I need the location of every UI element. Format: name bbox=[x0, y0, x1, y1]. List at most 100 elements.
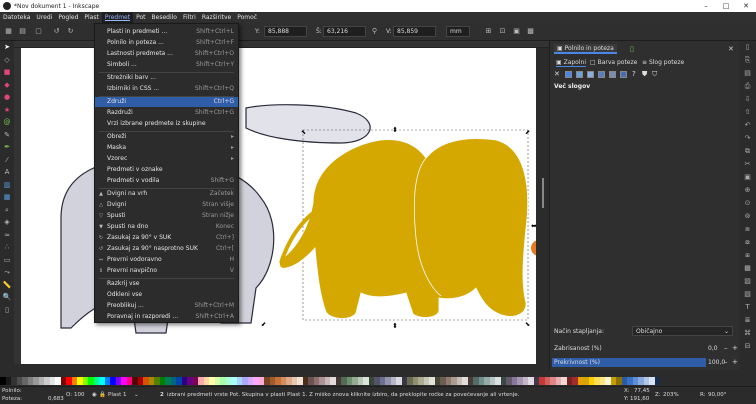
color-palette[interactable] bbox=[0, 377, 756, 385]
panel-close-icon[interactable]: ✕ bbox=[728, 45, 734, 53]
menu-item[interactable]: Vrzi izbrane predmete iz skupine bbox=[95, 119, 238, 129]
opacity-value[interactable]: 100,0 bbox=[708, 359, 725, 366]
deselect-icon[interactable]: ▢ bbox=[34, 27, 43, 36]
menu-item[interactable]: Razdruži Shift+Ctrl+G bbox=[95, 108, 238, 118]
blend-mode-select[interactable]: Običajno ⌄ bbox=[632, 326, 733, 336]
menu-object[interactable]: Predmet bbox=[101, 12, 134, 23]
opacity-increase-icon[interactable]: + bbox=[732, 358, 738, 366]
move-patterns-icon[interactable]: ▩ bbox=[526, 27, 535, 36]
ruler-vertical[interactable] bbox=[14, 48, 21, 364]
menu-item[interactable]: Lastnosti predmeta ... Shift+Ctrl+O bbox=[95, 49, 238, 59]
undo-icon[interactable]: ↶ bbox=[739, 119, 756, 132]
opacity-status-value[interactable]: 100 bbox=[74, 392, 85, 398]
menu-text[interactable]: Besedilo bbox=[149, 12, 180, 23]
copy-icon[interactable]: ⧉ bbox=[739, 145, 756, 158]
document-new-icon[interactable]: ▯ bbox=[739, 41, 756, 54]
group-icon[interactable]: ▩ bbox=[739, 262, 756, 275]
menu-item[interactable]: ▼ Spusti na dno Konec bbox=[95, 222, 238, 232]
menu-item[interactable]: Predmeti v oznake bbox=[95, 165, 238, 175]
linear-gradient-icon[interactable] bbox=[576, 71, 583, 78]
stroke-width-value[interactable]: 0,683 bbox=[48, 396, 64, 402]
unit-select[interactable]: mm bbox=[446, 26, 470, 37]
opacity-slider[interactable]: Prekrivnost (%) bbox=[552, 358, 706, 367]
menu-item[interactable]: Streżniki barv ... bbox=[95, 73, 238, 83]
menu-item[interactable]: ⇔ Prevrni vodoravno H bbox=[95, 255, 238, 265]
rotation-value[interactable]: 90,00° bbox=[708, 392, 727, 398]
zoom-page-icon[interactable]: ⊚ bbox=[739, 210, 756, 223]
align-icon[interactable]: ⊟ bbox=[739, 340, 756, 353]
subtab-stroke-style[interactable]: ≡ Slog poteze bbox=[642, 58, 684, 67]
document-save-icon[interactable]: ▤ bbox=[739, 67, 756, 80]
scale-stroke-icon[interactable]: ⊞ bbox=[484, 27, 493, 36]
clone-icon[interactable]: ⧇ bbox=[739, 236, 756, 249]
blur-value[interactable]: 0,0 bbox=[708, 345, 718, 352]
paint-bucket-tool-icon[interactable]: ◈ bbox=[0, 216, 14, 229]
menu-item[interactable]: Razkrij vse bbox=[95, 279, 238, 289]
y-input[interactable]: 85,888 bbox=[264, 26, 307, 37]
xml-editor-icon[interactable]: ⌘ bbox=[739, 327, 756, 340]
menu-help[interactable]: Pomoč bbox=[234, 12, 260, 23]
select-all-layers-icon[interactable]: ▤ bbox=[18, 27, 27, 36]
minimize-button[interactable]: – bbox=[696, 2, 716, 10]
dropper-tool-icon[interactable]: ⌕ bbox=[0, 204, 14, 217]
rotate-cw-icon[interactable]: ↻ bbox=[66, 27, 75, 36]
menu-item[interactable]: ▲ Dvigni na vrh Začetek bbox=[95, 189, 238, 199]
scroll-thumb[interactable] bbox=[542, 178, 544, 208]
eraser-tool-icon[interactable]: ▭ bbox=[0, 254, 14, 267]
selector-tool-icon[interactable]: ➤ bbox=[0, 41, 14, 54]
menu-extensions[interactable]: Razširitve bbox=[199, 12, 234, 23]
close-button[interactable]: ✕ bbox=[736, 2, 756, 10]
tab-fill-stroke[interactable]: ▣ Polnilo in poteza bbox=[554, 44, 617, 54]
current-layer[interactable]: Plast 1 bbox=[108, 392, 127, 398]
menu-item[interactable]: △ Dvigni Stran višje bbox=[95, 200, 238, 210]
text-tool-icon[interactable]: A bbox=[0, 166, 14, 179]
visibility-icon[interactable]: ◉ bbox=[92, 392, 97, 398]
rotate-ccw-icon[interactable]: ↺ bbox=[52, 27, 61, 36]
star-tool-icon[interactable]: ★ bbox=[0, 104, 14, 117]
rect-tool-icon[interactable]: ■ bbox=[0, 66, 14, 79]
menu-item[interactable]: Plasti in predmeti ... Shift+Ctrl+L bbox=[95, 27, 238, 37]
opacity-decrease-icon[interactable]: – bbox=[724, 358, 728, 366]
unlink-clone-icon[interactable]: ⧆ bbox=[739, 249, 756, 262]
menu-item[interactable]: Obreži ▸ bbox=[95, 132, 238, 142]
pencil-tool-icon[interactable]: ✎ bbox=[0, 129, 14, 142]
flat-color-icon[interactable] bbox=[565, 71, 572, 78]
scale-corners-icon[interactable]: ⊡ bbox=[498, 27, 507, 36]
gradient-tool-icon[interactable]: ▥ bbox=[0, 179, 14, 192]
pen-tool-icon[interactable]: ✒ bbox=[0, 141, 14, 154]
import-icon[interactable]: ⇩ bbox=[739, 93, 756, 106]
color-swatch[interactable] bbox=[654, 377, 660, 385]
calligraphy-tool-icon[interactable]: ⁄ bbox=[0, 154, 14, 167]
menu-item[interactable]: Simboli ... Shift+Ctrl+Y bbox=[95, 60, 238, 70]
unset-paint-icon[interactable]: ? bbox=[632, 71, 639, 78]
menu-item[interactable]: Preoblikuj ... Shift+Ctrl+M bbox=[95, 301, 238, 311]
blur-decrease-icon[interactable]: – bbox=[724, 344, 728, 352]
menu-item[interactable]: Predmeti v vodila Shift+G bbox=[95, 176, 238, 186]
menu-view[interactable]: Pogled bbox=[55, 12, 81, 23]
subtab-stroke-paint[interactable]: □ Barva poteze bbox=[590, 58, 637, 67]
select-all-icon[interactable]: ▦ bbox=[4, 27, 13, 36]
menu-item[interactable]: ⇕ Prevrni navpično V bbox=[95, 266, 238, 276]
fill-rule-evenodd-icon[interactable]: ⛊ bbox=[642, 71, 649, 78]
paste-icon[interactable]: ▣ bbox=[739, 171, 756, 184]
spray-tool-icon[interactable]: ∴ bbox=[0, 241, 14, 254]
mesh-tool-icon[interactable]: ▦ bbox=[0, 191, 14, 204]
zoom-selection-icon[interactable]: ⊕ bbox=[739, 184, 756, 197]
vertical-scrollbar[interactable] bbox=[537, 48, 549, 364]
pages-tool-icon[interactable]: ▯ bbox=[0, 304, 14, 317]
blur-increase-icon[interactable]: + bbox=[732, 344, 738, 352]
ellipse-tool-icon[interactable]: ● bbox=[0, 91, 14, 104]
menu-file[interactable]: Datoteka bbox=[0, 12, 33, 23]
menu-path[interactable]: Pot bbox=[133, 12, 148, 23]
menu-item[interactable]: ▽ Spusti Stran nižje bbox=[95, 211, 238, 221]
spiral-tool-icon[interactable]: @ bbox=[0, 116, 14, 129]
fill-rule-nonzero-icon[interactable]: ⛉ bbox=[652, 71, 659, 78]
no-paint-icon[interactable]: ✕ bbox=[554, 71, 561, 78]
menu-item[interactable]: ↻ Zasukaj za 90° v SUK Ctrl+] bbox=[95, 233, 238, 243]
menu-item[interactable]: Maska ▸ bbox=[95, 143, 238, 153]
maximize-button[interactable]: □ bbox=[716, 2, 736, 10]
menu-item[interactable]: Polnilo in poteza ... Shift+Ctrl+F bbox=[95, 38, 238, 48]
menu-item[interactable]: Združi Ctrl+G bbox=[95, 97, 238, 107]
node-tool-icon[interactable]: ◇ bbox=[0, 54, 14, 67]
swatch-icon[interactable] bbox=[620, 71, 627, 78]
